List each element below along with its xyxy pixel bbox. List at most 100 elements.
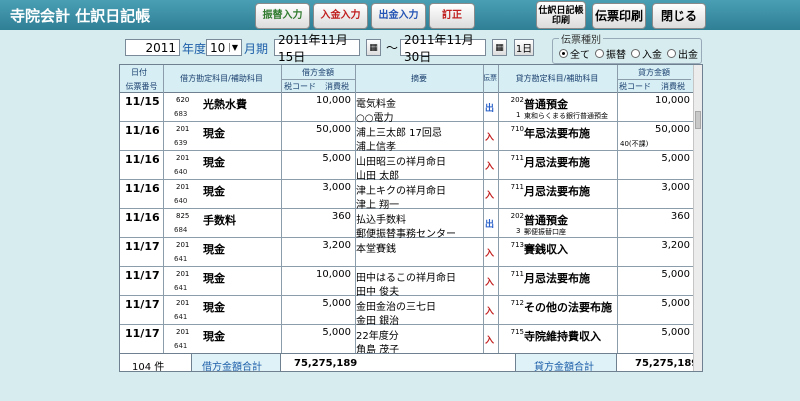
radio-icon: [595, 49, 604, 58]
slip-print-button[interactable]: 伝票印刷: [592, 3, 646, 29]
cell-sum1: 山田昭三の祥月命日: [356, 157, 446, 168]
cell-cacct: 月忌法要布施: [524, 156, 590, 169]
cell-date: 11/16: [125, 211, 160, 224]
cell-ccode: 713: [510, 241, 524, 249]
cell-sum1: 22年度分: [356, 331, 399, 342]
month-select[interactable]: 10 ▼: [206, 39, 242, 56]
radio-selected-icon: [559, 49, 568, 58]
cell-ccode: 712: [510, 299, 524, 307]
cell-kind: 入: [485, 133, 495, 143]
cell-date: 11/16: [125, 182, 160, 195]
calendar-icon[interactable]: ▦: [366, 39, 381, 56]
cell-slip: 684: [174, 226, 188, 234]
cell-dacct: 現金: [203, 127, 225, 140]
cell-slip: 641: [174, 313, 188, 321]
cell-cacct: 普通預金: [524, 214, 568, 227]
cell-date: 11/17: [125, 327, 160, 340]
radio-transfer[interactable]: 振替: [595, 46, 626, 61]
slip-type-group: 伝票種別 全て 振替 入金 出金: [552, 31, 702, 64]
cell-camt: 360: [670, 211, 690, 222]
cell-dcode: 620: [176, 96, 190, 104]
table-header: 日付 伝票番号 借方勘定科目/補助科目 借方金額 税コード 消費税 摘要 伝票 …: [120, 65, 695, 93]
payment-entry-button[interactable]: 出金入力: [371, 3, 426, 29]
receipt-entry-button[interactable]: 入金入力: [313, 3, 368, 29]
date-to-input[interactable]: 2011年11月30日: [400, 33, 486, 64]
table-row[interactable]: 11/16 684 825 手数料 360 払込手数料 郵便振替事務センター出 202 普通預金…: [120, 209, 695, 240]
date-from-input[interactable]: 2011年11月15日: [274, 33, 360, 64]
cell-ctax: 40(不課): [620, 140, 649, 148]
cell-sum1: 浦上三太郎 17回忌: [356, 128, 442, 139]
slip-type-title: 伝票種別: [559, 31, 603, 46]
date-range-separator: 〜: [386, 41, 399, 55]
year-input[interactable]: 2011: [125, 39, 180, 56]
cell-ccode: 710: [510, 125, 524, 133]
cell-date: 11/16: [125, 153, 160, 166]
cell-sum1: 電気料金: [356, 99, 396, 110]
radio-icon: [667, 49, 676, 58]
journal-print-button[interactable]: 仕訳日記帳印刷: [536, 1, 586, 29]
cell-dacct: 現金: [203, 272, 225, 285]
credit-total-label: 貸方金額合計: [534, 362, 594, 372]
transfer-entry-button[interactable]: 振替入力: [255, 3, 310, 29]
cell-camt: 5,000: [661, 153, 690, 164]
cell-kind: 入: [485, 278, 495, 288]
header-consumption-tax: 消費税: [325, 82, 349, 91]
ledger-rows: 11/15 683 620 光熱水費 10,000 電気料金 ○○電力出 202 普通預金 1 東和…: [120, 93, 695, 356]
record-count: 104 件: [132, 362, 165, 372]
table-row[interactable]: 11/17 641 201 現金 10,000 田中はるこの祥月命日 田中 俊夫入 711 月忌…: [120, 267, 695, 298]
radio-payment[interactable]: 出金: [667, 46, 698, 61]
header-slip-no: 伝票番号: [125, 82, 158, 91]
table-row[interactable]: 11/16 639 201 現金 50,000 浦上三太郎 17回忌 浦上信孝入 710 年忌法…: [120, 122, 695, 153]
header-credit-consumption-tax: 消費税: [661, 82, 685, 91]
table-row[interactable]: 11/17 641 201 現金 3,200 本堂賽銭 入 713 賽銭収入 3,200: [120, 238, 695, 267]
correction-button[interactable]: 訂正: [429, 3, 475, 29]
cell-ccode: 711: [510, 154, 524, 162]
month-label: 月期: [244, 42, 269, 56]
cell-dacct: 光熱水費: [203, 98, 247, 111]
cell-sum1: 津上キクの祥月命日: [356, 186, 446, 197]
table-row[interactable]: 11/17 641 201 現金 5,000 金田金治の三七日 金田 銀治入 712 その他の法…: [120, 296, 695, 327]
header-credit-account: 貸方勘定科目/補助科目: [515, 74, 599, 83]
table-row[interactable]: 11/16 640 201 現金 5,000 山田昭三の祥月命日 山田 太郎入 711 月忌法要…: [120, 151, 695, 182]
cell-ccode: 711: [510, 270, 524, 278]
cell-date: 11/15: [125, 95, 160, 108]
cell-dcode: 825: [176, 212, 190, 220]
cell-camt: 3,000: [661, 182, 690, 193]
cell-camt: 5,000: [661, 327, 690, 338]
cell-damt: 5,000: [322, 327, 351, 338]
cell-date: 11/17: [125, 240, 160, 253]
one-day-button[interactable]: 1日: [514, 39, 534, 56]
cell-slip: 640: [174, 197, 188, 205]
cell-camt: 5,000: [661, 298, 690, 309]
cell-damt: 50,000: [316, 124, 351, 135]
cell-dcode: 201: [176, 125, 190, 133]
table-row[interactable]: 11/16 640 201 現金 3,000 津上キクの祥月命日 津上 翔一入 711 月忌法要…: [120, 180, 695, 211]
cell-damt: 10,000: [316, 269, 351, 280]
cell-slip: 640: [174, 168, 188, 176]
cell-dacct: 現金: [203, 156, 225, 169]
header-debit-amount: 借方金額: [302, 68, 334, 77]
cell-cacct: 月忌法要布施: [524, 272, 590, 285]
year-label: 年度: [182, 42, 207, 56]
cell-ccode: 711: [510, 183, 524, 191]
cell-damt: 360: [331, 211, 351, 222]
cell-slip: 641: [174, 284, 188, 292]
close-button[interactable]: 閉じる: [652, 3, 706, 29]
vertical-scrollbar[interactable]: [693, 65, 702, 371]
scrollbar-thumb[interactable]: [695, 111, 701, 129]
cell-sum1: 金田金治の三七日: [356, 302, 436, 313]
header-kind: 伝票: [483, 74, 497, 82]
calendar-icon[interactable]: ▦: [492, 39, 507, 56]
radio-receipt[interactable]: 入金: [631, 46, 662, 61]
radio-all[interactable]: 全て: [559, 46, 590, 61]
cell-dcode: 201: [176, 154, 190, 162]
cell-damt: 5,000: [322, 298, 351, 309]
cell-csub: 1: [516, 111, 521, 119]
table-row[interactable]: 11/17 641 201 現金 5,000 22年度分 角島 茂子入 715 寺院維持費収入 5…: [120, 325, 695, 356]
cell-damt: 3,000: [322, 182, 351, 193]
cell-sum1: 田中はるこの祥月命日: [356, 273, 456, 284]
cell-cacct: 賽銭収入: [524, 243, 568, 256]
table-row[interactable]: 11/15 683 620 光熱水費 10,000 電気料金 ○○電力出 202 普通預金 1 東和…: [120, 93, 695, 124]
cell-camt: 5,000: [661, 269, 690, 280]
cell-dcode: 201: [176, 241, 190, 249]
